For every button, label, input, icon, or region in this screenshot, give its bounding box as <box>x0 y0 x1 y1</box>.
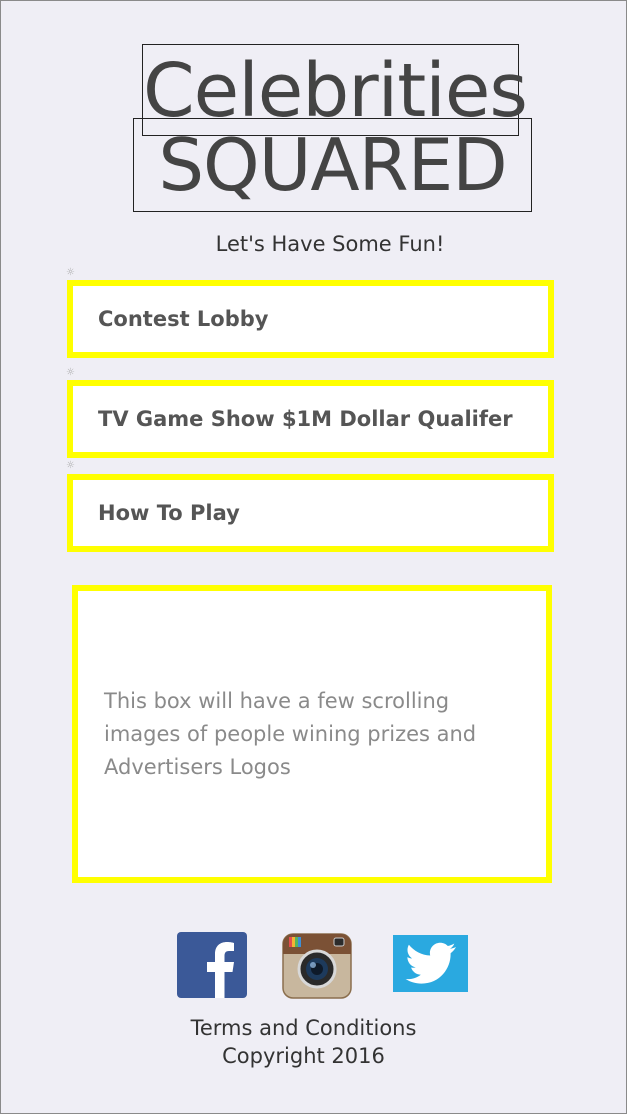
gear-icon: ☼ <box>66 367 75 378</box>
terms-and-conditions-link[interactable]: Terms and Conditions <box>0 1016 607 1040</box>
how-to-play-label: How To Play <box>98 501 240 525</box>
promo-text: This box will have a few scrolling image… <box>104 688 477 779</box>
game-show-qualifier-label: TV Game Show $1M Dollar Qualifer <box>98 407 513 431</box>
app-title-line2: SQUARED <box>133 118 532 212</box>
instagram-icon[interactable] <box>282 933 352 999</box>
facebook-icon[interactable] <box>177 932 247 998</box>
gear-icon: ☼ <box>66 460 75 471</box>
contest-lobby-button[interactable]: Contest Lobby <box>67 280 554 358</box>
contest-lobby-label: Contest Lobby <box>98 307 269 331</box>
copyright-text: Copyright 2016 <box>222 1044 385 1068</box>
twitter-icon[interactable] <box>393 935 468 992</box>
how-to-play-button[interactable]: How To Play <box>67 474 554 552</box>
gear-icon: ☼ <box>66 267 75 278</box>
tagline: Let's Have Some Fun! <box>215 232 445 256</box>
game-show-qualifier-button[interactable]: TV Game Show $1M Dollar Qualifer <box>67 380 554 458</box>
promo-carousel-box: This box will have a few scrolling image… <box>72 585 552 883</box>
